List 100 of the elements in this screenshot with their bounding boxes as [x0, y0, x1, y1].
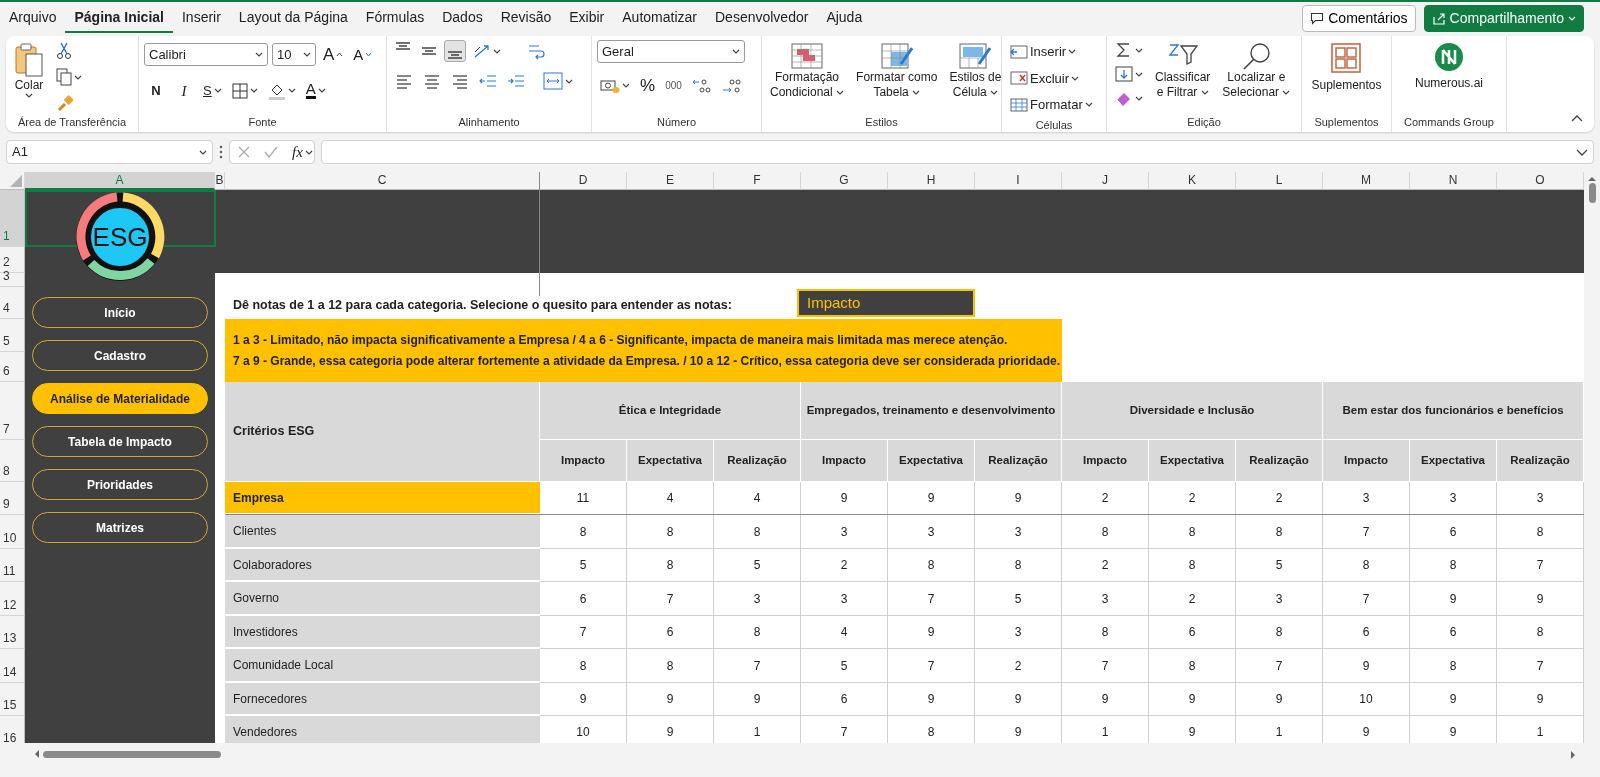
row-header[interactable]: 14	[0, 649, 25, 683]
grow-font-button[interactable]: A	[320, 40, 347, 70]
row-header[interactable]: 9	[0, 482, 25, 515]
menu-tab[interactable]: Dados	[433, 3, 492, 33]
menu-tab[interactable]: Automatizar	[613, 3, 706, 33]
fill-down-icon	[1115, 66, 1133, 82]
cells-button[interactable]: Formatar	[1007, 93, 1096, 117]
column-header[interactable]: M	[1323, 172, 1410, 190]
row-header[interactable]: 15	[0, 683, 25, 716]
row-header[interactable]: 11	[0, 549, 25, 582]
table-cell: 3	[888, 515, 975, 549]
column-header[interactable]: A	[25, 172, 215, 190]
shrink-font-button[interactable]: A	[350, 41, 376, 68]
comments-button[interactable]: Comentários	[1302, 4, 1416, 32]
decimal-icon	[721, 77, 742, 94]
menu-tab[interactable]: Layout da Página	[229, 3, 357, 33]
numerous-logo-icon	[1434, 42, 1464, 72]
caret-icon	[287, 88, 296, 94]
menu-tab[interactable]: Desenvolvedor	[706, 3, 818, 33]
caret-left-icon	[34, 750, 39, 758]
name-box[interactable]: A1	[6, 140, 213, 164]
row-header[interactable]: 13	[0, 616, 25, 649]
font-size-field[interactable]: 10	[272, 43, 316, 67]
nav-button[interactable]: Análise de Materialidade	[32, 383, 208, 414]
indent-icon	[479, 73, 497, 89]
menu-tab[interactable]: Exibir	[560, 3, 614, 33]
table-cell: 8	[1149, 649, 1236, 683]
table-cell: 4	[801, 616, 888, 649]
column-header[interactable]: F	[714, 172, 801, 190]
sort-filter-button[interactable]: Classificar e Filtrar	[1152, 40, 1214, 102]
row-header[interactable]: 8	[0, 440, 25, 482]
column-header[interactable]: K	[1149, 172, 1236, 190]
table-cell: 8	[888, 716, 975, 743]
column-header[interactable]: C	[225, 172, 540, 190]
scissors-icon	[56, 42, 72, 60]
table-cell: 5	[801, 649, 888, 683]
column-header[interactable]: D	[540, 172, 627, 190]
menu-tab[interactable]: Arquivo	[0, 3, 66, 33]
row-header[interactable]: 12	[0, 582, 25, 616]
row-header[interactable]: 1	[0, 190, 25, 247]
row-header[interactable]: 4	[0, 287, 25, 319]
column-header[interactable]: L	[1236, 172, 1323, 190]
column-header[interactable]: H	[888, 172, 975, 190]
scroll-thumb[interactable]	[1588, 183, 1596, 203]
menu-tab[interactable]: Revisão	[491, 3, 561, 33]
menu-tab[interactable]: Inserir	[172, 3, 230, 33]
font-name-field[interactable]: Calibri	[144, 43, 268, 67]
scroll-thumb[interactable]	[43, 750, 221, 758]
row-label: Comunidade Local	[225, 649, 540, 683]
table-cell: 5	[975, 582, 1062, 616]
column-header[interactable]: E	[627, 172, 714, 190]
table-cell: 9	[627, 716, 714, 743]
row-header[interactable]: 3	[0, 273, 25, 287]
menu-tab[interactable]: Página Inicial	[65, 3, 173, 33]
thousands-button[interactable]: 000	[662, 76, 685, 96]
table-cell: 8	[1062, 515, 1149, 549]
paste-button[interactable]: Colar	[11, 40, 47, 100]
styles-button[interactable]: Formatação Condicional	[767, 40, 848, 102]
number-format-field[interactable]: Geral	[597, 40, 745, 63]
underline-button[interactable]: S	[200, 79, 225, 103]
group-label: Área de Transferência	[17, 115, 127, 130]
column-header[interactable]: J	[1062, 172, 1149, 190]
header-cell: Critérios ESG	[225, 382, 540, 482]
menu-tab[interactable]: Ajuda	[817, 3, 872, 33]
row-header[interactable]: 5	[0, 319, 25, 352]
cells-button[interactable]: Inserir	[1007, 40, 1096, 64]
caret-icon	[255, 52, 263, 58]
caret-icon	[1084, 102, 1093, 108]
addins-button[interactable]: Suplementos	[1308, 40, 1385, 95]
column-header[interactable]: O	[1497, 172, 1584, 190]
row-label: Vendedores	[225, 716, 540, 743]
menu-tab[interactable]: Fórmulas	[356, 3, 434, 33]
caret-icon	[249, 88, 258, 94]
table-cell: 2	[1062, 482, 1149, 515]
formula-field[interactable]	[321, 140, 1594, 164]
styles-button[interactable]: Formatar como Tabela	[853, 40, 941, 102]
italic-button[interactable]: I	[172, 77, 196, 104]
share-button[interactable]: Compartilhamento	[1423, 4, 1584, 32]
table-cell: 10	[1323, 683, 1410, 716]
font-color-button[interactable]: A	[302, 80, 329, 102]
find-button[interactable]: Localizar e Selecionar	[1219, 40, 1294, 102]
caret-icon	[1135, 95, 1143, 101]
column-header[interactable]: N	[1410, 172, 1497, 190]
row-header[interactable]: 7	[0, 382, 25, 440]
row-header[interactable]: 6	[0, 352, 25, 382]
caret-icon	[1576, 148, 1588, 156]
row-header[interactable]: 10	[0, 515, 25, 549]
criterion-field[interactable]: Impacto	[797, 289, 975, 317]
styles-button[interactable]: Estilos de Célula	[946, 40, 1005, 102]
row-header[interactable]: 16	[0, 716, 25, 743]
grid-icon	[231, 82, 248, 99]
column-header[interactable]: G	[801, 172, 888, 190]
bold-button[interactable]: N	[144, 79, 168, 103]
select-all-button[interactable]	[0, 172, 25, 190]
cells-button[interactable]: Excluir	[1007, 66, 1096, 90]
table-cell: 9	[888, 482, 975, 515]
bottom-align-button[interactable]	[444, 40, 466, 62]
column-header[interactable]: I	[975, 172, 1062, 190]
percent-button[interactable]: %	[637, 71, 659, 101]
numerous-button[interactable]: Numerous.ai	[1412, 40, 1486, 93]
